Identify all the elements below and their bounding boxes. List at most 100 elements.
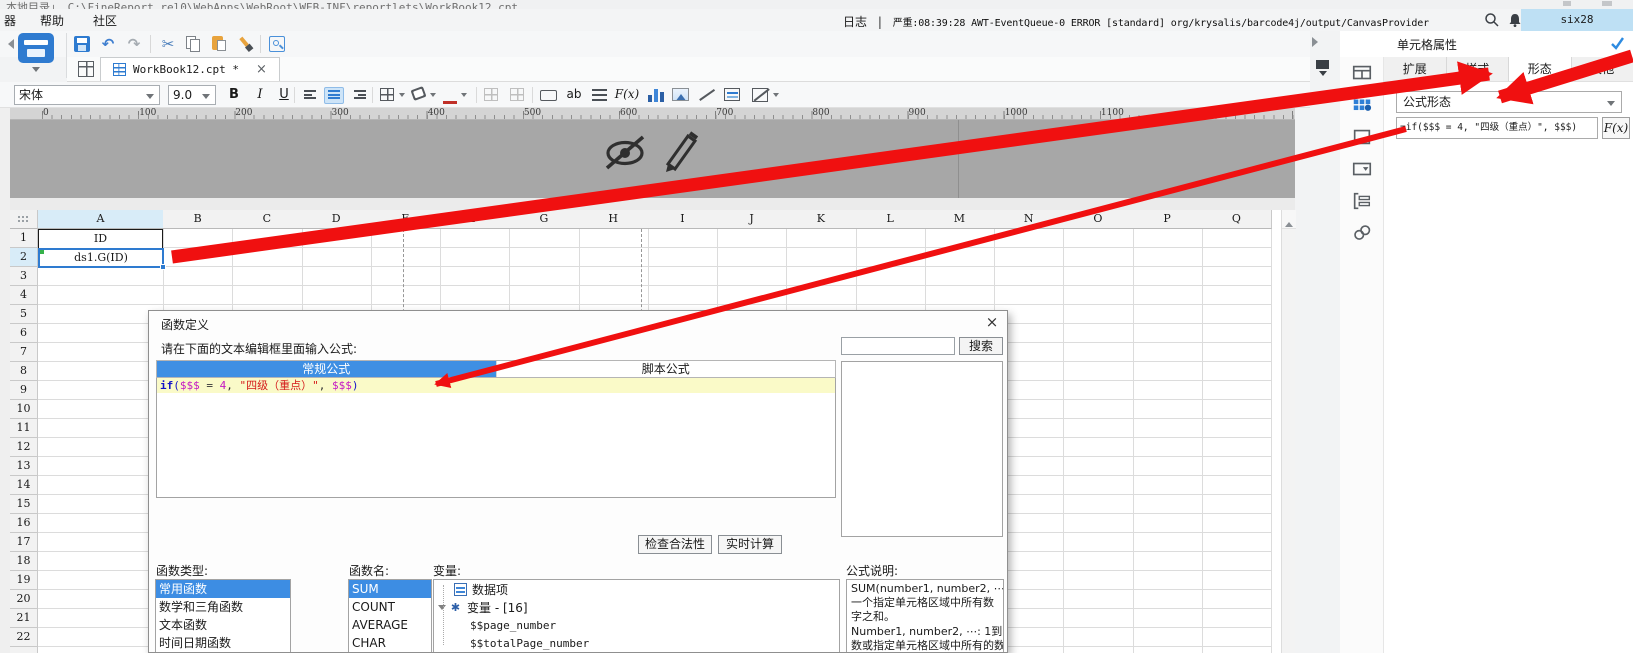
dialog-close-icon[interactable]: × — [981, 313, 1003, 332]
row-header-16[interactable]: 16 — [10, 514, 38, 533]
func-name-0[interactable]: SUM — [349, 580, 431, 598]
image-insert-icon[interactable] — [672, 88, 689, 101]
parameter-pane[interactable] — [10, 120, 1295, 198]
row-header-17[interactable]: 17 — [10, 533, 38, 552]
row-header-1[interactable]: 1 — [10, 229, 38, 248]
menu-clipped[interactable]: 器 — [4, 12, 16, 29]
widget-settings-icon[interactable] — [1340, 153, 1384, 185]
float-element-icon[interactable] — [1340, 121, 1384, 153]
report-style-flag-icon[interactable] — [1316, 60, 1329, 76]
column-header-K[interactable]: K — [786, 210, 857, 229]
func-name-2[interactable]: AVERAGE — [349, 616, 431, 634]
eye-hidden-icon[interactable] — [602, 130, 648, 174]
tab-script-formula[interactable]: 脚本公式 — [495, 361, 835, 377]
tab-regular-formula[interactable]: 常规公式 — [157, 361, 496, 377]
undo-button[interactable]: ↶ — [98, 35, 118, 53]
cell-attributes-icon[interactable] — [1340, 89, 1384, 121]
row-header-19[interactable]: 19 — [10, 571, 38, 590]
menu-帮助[interactable]: 帮助 — [40, 12, 64, 29]
row-header-7[interactable]: 7 — [10, 343, 38, 362]
align-center-button[interactable] — [324, 87, 344, 104]
text-widget-icon[interactable] — [540, 90, 557, 101]
borders-dropdown-icon[interactable] — [399, 93, 405, 100]
cell-element-icon[interactable] — [1340, 57, 1384, 89]
column-header-E[interactable]: E — [370, 210, 441, 229]
collapse-right-icon[interactable] — [1312, 37, 1323, 47]
column-header-D[interactable]: D — [301, 210, 372, 229]
realtime-calc-button[interactable]: 实时计算 — [718, 535, 782, 554]
function-search-input[interactable] — [841, 337, 955, 355]
row-header-12[interactable]: 12 — [10, 438, 38, 457]
func-type-0[interactable]: 常用函数 — [156, 580, 290, 598]
chart-insert-icon[interactable] — [648, 88, 664, 102]
panel-tab-扩展[interactable]: 扩展 — [1384, 57, 1447, 81]
function-type-list[interactable]: 常用函数 数学和三角函数 文本函数 时间日期函数 — [155, 579, 291, 652]
row-header-5[interactable]: 5 — [10, 305, 38, 324]
bold-button[interactable]: B — [224, 85, 244, 105]
new-report-icon[interactable] — [78, 61, 94, 77]
panel-formula-input[interactable]: =if($$$ = 4, "四级（重点）", $$$) — [1396, 117, 1598, 139]
menu-社区[interactable]: 社区 — [93, 12, 117, 29]
select-all-corner[interactable] — [10, 210, 38, 229]
row-header-14[interactable]: 14 — [10, 476, 38, 495]
window-minimize-button[interactable] — [1563, 1, 1571, 6]
fill-dropdown-icon[interactable] — [430, 93, 436, 100]
column-header-O[interactable]: O — [1063, 210, 1134, 229]
vertical-scrollbar[interactable] — [1281, 210, 1296, 653]
column-header-C[interactable]: C — [232, 210, 303, 229]
edit-pencil-icon[interactable] — [660, 126, 700, 174]
pin-check-icon[interactable] — [1610, 36, 1625, 50]
copy-button[interactable] — [184, 35, 204, 53]
tree-item[interactable]: $$page_number — [434, 616, 839, 634]
rich-text-icon[interactable] — [592, 89, 607, 101]
format-painter-button[interactable] — [236, 35, 256, 53]
row-header-21[interactable]: 21 — [10, 609, 38, 628]
tree-item[interactable]: ✱ 变量 - [16] — [434, 598, 839, 616]
user-account-badge[interactable]: six28 — [1521, 9, 1633, 31]
func-type-1[interactable]: 数学和三角函数 — [156, 598, 290, 616]
selection-handle[interactable] — [160, 264, 166, 270]
func-name-3[interactable]: CHAR — [349, 634, 431, 652]
slash-dropdown-icon[interactable] — [773, 93, 779, 100]
column-header-G[interactable]: G — [509, 210, 580, 229]
font-family-select[interactable]: 宋体 — [14, 85, 160, 105]
func-name-1[interactable]: COUNT — [349, 598, 431, 616]
column-header-M[interactable]: M — [924, 210, 995, 229]
row-header-9[interactable]: 9 — [10, 381, 38, 400]
text-field-button[interactable]: ab — [564, 85, 584, 105]
func-type-2[interactable]: 文本函数 — [156, 616, 290, 634]
cell-A2-selected[interactable]: ds1.G(ID) — [38, 248, 166, 270]
row-header-3[interactable]: 3 — [10, 267, 38, 286]
tree-item[interactable]: 数据项 — [434, 580, 839, 598]
panel-fx-button[interactable]: F(x) — [1602, 117, 1630, 139]
document-tab[interactable]: WorkBook12.cpt * × — [100, 57, 280, 81]
row-header-6[interactable]: 6 — [10, 324, 38, 343]
report-template-button[interactable] — [18, 33, 54, 63]
slash-cell-icon[interactable] — [752, 88, 770, 102]
align-left-button[interactable] — [300, 87, 320, 104]
log-label[interactable]: 日志 — [843, 15, 867, 29]
column-header-F[interactable]: F — [440, 210, 511, 229]
column-header-N[interactable]: N — [994, 210, 1065, 229]
row-header-partial[interactable] — [10, 647, 38, 653]
row-header-18[interactable]: 18 — [10, 552, 38, 571]
panel-tab-形态[interactable]: 形态 — [1509, 57, 1572, 81]
row-header-15[interactable]: 15 — [10, 495, 38, 514]
line-insert-icon[interactable] — [698, 88, 715, 102]
panel-tab-样式[interactable]: 样式 — [1446, 57, 1509, 81]
tab-close-icon[interactable]: × — [256, 62, 267, 77]
search-icon[interactable] — [1484, 12, 1500, 28]
underline-button[interactable]: U — [274, 85, 294, 105]
merge-cells-icon[interactable] — [484, 88, 498, 101]
variables-tree[interactable]: 数据项 ✱ 变量 - [16] $$page_number $$totalPage_nu… — [433, 579, 840, 652]
function-name-list[interactable]: SUM COUNT AVERAGE CHAR — [348, 579, 432, 652]
condition-attributes-icon[interactable] — [1340, 185, 1384, 217]
row-header-8[interactable]: 8 — [10, 362, 38, 381]
column-header-Q[interactable]: Q — [1201, 210, 1272, 229]
formula-insert-button[interactable]: F(x) — [614, 85, 640, 105]
column-header-J[interactable]: J — [717, 210, 788, 229]
tree-expander-icon[interactable] — [438, 605, 446, 614]
row-header-13[interactable]: 13 — [10, 457, 38, 476]
row-header-20[interactable]: 20 — [10, 590, 38, 609]
italic-button[interactable]: I — [250, 85, 270, 105]
